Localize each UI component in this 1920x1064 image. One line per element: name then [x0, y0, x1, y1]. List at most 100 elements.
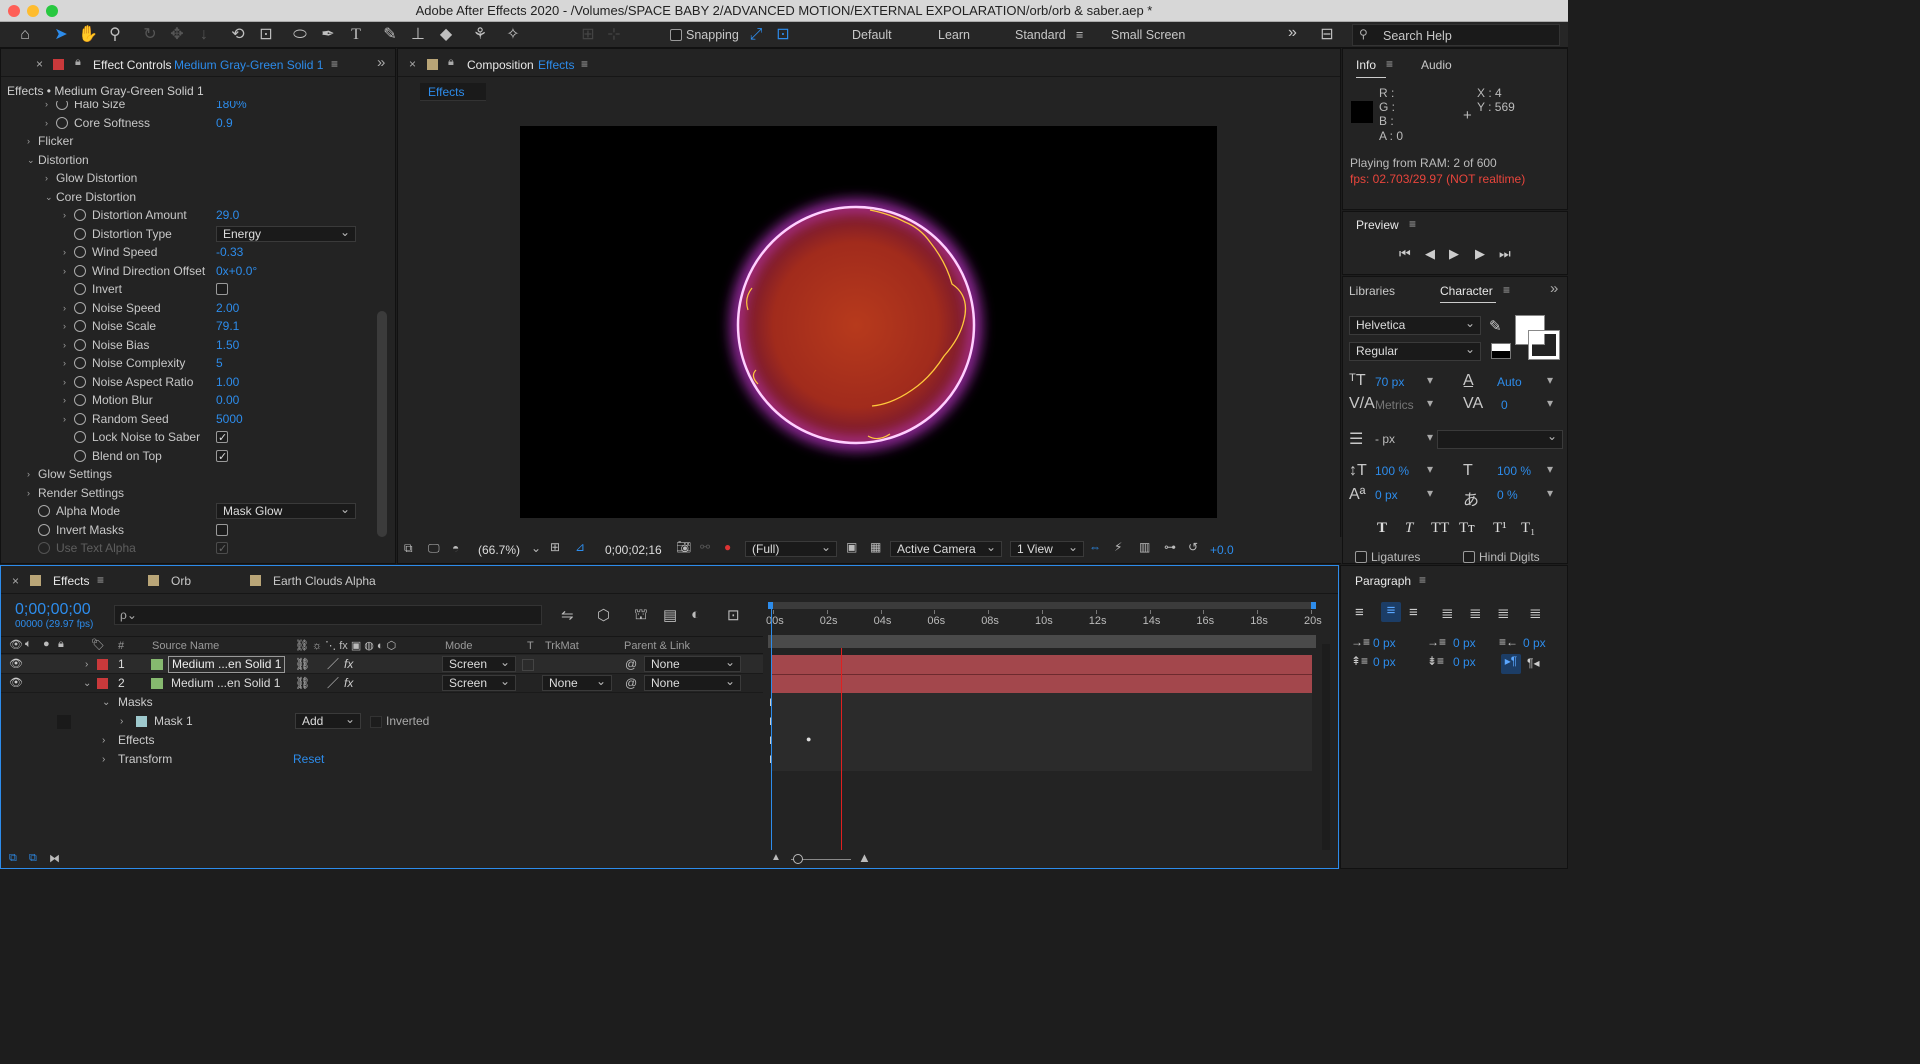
- minimize-window-button[interactable]: [27, 5, 39, 17]
- effect-property-checkbox[interactable]: [216, 540, 228, 558]
- chevron-down-icon[interactable]: ▾: [1547, 373, 1553, 387]
- twirl-closed-icon[interactable]: ›: [27, 132, 37, 150]
- effect-property-row[interactable]: › Noise Complexity 5: [1, 354, 375, 372]
- twirl-closed-icon[interactable]: ›: [120, 712, 123, 731]
- stopwatch-icon[interactable]: [74, 246, 86, 258]
- selection-tool-icon[interactable]: ➤: [51, 25, 71, 45]
- current-time-timecode[interactable]: 0;00;00;00: [15, 601, 91, 619]
- effect-property-checkbox[interactable]: [216, 429, 228, 447]
- comp-mini-flowchart-icon[interactable]: ⇋: [561, 606, 574, 624]
- eye-icon[interactable]: 👁︎: [9, 655, 23, 674]
- rotation-tool-icon[interactable]: ⟲: [228, 25, 248, 45]
- frame-blending-icon[interactable]: ▤: [663, 606, 677, 624]
- camera-view-dropdown[interactable]: Active Camera: [890, 540, 1002, 557]
- layer-row-1[interactable]: 👁︎ › 1 Medium ...en Solid 1 ⛓ ／ fx Scree…: [1, 655, 763, 674]
- tab-libraries[interactable]: Libraries: [1349, 284, 1395, 298]
- panel-menu-icon[interactable]: ≡: [581, 57, 588, 71]
- stopwatch-icon[interactable]: [74, 431, 86, 443]
- ligatures-checkbox[interactable]: [1355, 551, 1367, 563]
- stopwatch-icon[interactable]: [74, 375, 86, 388]
- twirl-open-icon[interactable]: ⌄: [45, 188, 55, 206]
- effect-property-row[interactable]: › Noise Bias 1.50: [1, 336, 375, 354]
- effect-property-row[interactable]: Lock Noise to Saber: [1, 428, 375, 447]
- close-panel-icon[interactable]: ×: [12, 574, 19, 588]
- stroke-color-swatch[interactable]: [1528, 330, 1560, 360]
- composition-viewer[interactable]: [520, 126, 1217, 518]
- zoom-window-button[interactable]: [46, 5, 58, 17]
- panel-menu-icon[interactable]: ≡: [1419, 573, 1426, 587]
- close-panel-icon[interactable]: ×: [409, 57, 416, 71]
- exposure-value[interactable]: +0.0: [1210, 543, 1234, 557]
- effect-property-value[interactable]: 180%: [216, 101, 247, 113]
- mask-lock-slot[interactable]: [57, 715, 71, 729]
- layer-label-swatch[interactable]: [97, 659, 108, 670]
- stopwatch-icon[interactable]: [74, 357, 86, 369]
- twirl-closed-icon[interactable]: ›: [63, 410, 73, 428]
- preserve-transparency-checkbox[interactable]: [522, 659, 534, 671]
- chevron-down-icon[interactable]: ▾: [1547, 462, 1553, 476]
- shy-switch-icon[interactable]: ⛓: [295, 655, 310, 674]
- solo-icon[interactable]: ●: [43, 638, 50, 650]
- justify-right-icon[interactable]: ≣: [1497, 604, 1510, 622]
- effect-property-value[interactable]: -0.33: [216, 243, 243, 261]
- twirl-closed-icon[interactable]: ›: [45, 169, 55, 187]
- type-tool-icon[interactable]: T: [346, 25, 366, 45]
- effect-property-value[interactable]: 0x+0.0°: [216, 262, 257, 280]
- chevron-down-icon[interactable]: ▾: [1547, 486, 1553, 500]
- effect-property-row[interactable]: › Random Seed 5000: [1, 410, 375, 428]
- effect-property-value[interactable]: 5: [216, 354, 223, 372]
- effect-property-row[interactable]: › Noise Aspect Ratio 1.00: [1, 373, 375, 391]
- transparency-toggle-icon[interactable]: ⊿: [575, 540, 585, 554]
- hand-tool-icon[interactable]: ✋: [78, 25, 98, 45]
- twirl-closed-icon[interactable]: ›: [102, 731, 105, 750]
- mask-1-row[interactable]: › Mask 1 Add Inverted: [1, 712, 763, 731]
- close-window-button[interactable]: [8, 5, 20, 17]
- twirl-closed-icon[interactable]: ›: [63, 336, 73, 354]
- kerning-value[interactable]: Metrics: [1375, 398, 1414, 412]
- horizontal-scale-value[interactable]: 100 %: [1497, 464, 1531, 478]
- effect-property-dropdown[interactable]: Energy: [216, 225, 356, 242]
- indent-left-value[interactable]: 0 px: [1373, 636, 1396, 650]
- pan-camera-icon[interactable]: ✥: [167, 25, 187, 45]
- effect-property-row[interactable]: Alpha Mode Mask Glow: [1, 502, 375, 520]
- hindi-digits-checkbox[interactable]: [1463, 551, 1475, 563]
- layer-row-2[interactable]: 👁︎ ⌄ 2 Medium ...en Solid 1 ⛓ ／ fx Scree…: [1, 674, 763, 693]
- timeline-tab-effects[interactable]: Effects: [53, 574, 89, 588]
- chevron-down-icon[interactable]: ▾: [1427, 486, 1433, 500]
- effect-property-value[interactable]: 1.50: [216, 336, 239, 354]
- ltr-direction-icon[interactable]: ▸¶: [1501, 654, 1521, 674]
- magnification-dropdown[interactable]: (66.7%): [478, 543, 520, 557]
- draft-3d-icon[interactable]: ⬡: [597, 606, 610, 624]
- effect-controls-layer-name[interactable]: Medium Gray-Green Solid 1: [174, 58, 323, 72]
- snap-grid-icon[interactable]: ⊡: [773, 25, 793, 45]
- chevron-down-icon[interactable]: ▾: [1427, 373, 1433, 387]
- effect-property-row[interactable]: › Noise Speed 2.00: [1, 299, 375, 317]
- stopwatch-icon[interactable]: [74, 264, 86, 277]
- superscript-icon[interactable]: T¹: [1493, 520, 1507, 537]
- effects-group-row[interactable]: › Effects: [1, 731, 763, 750]
- twirl-closed-icon[interactable]: ›: [63, 354, 73, 372]
- effect-property-row[interactable]: Distortion Type Energy: [1, 225, 375, 243]
- layer-bar-2[interactable]: [772, 674, 1312, 693]
- justify-all-icon[interactable]: ≣: [1529, 604, 1542, 622]
- effect-property-row[interactable]: Invert Masks: [1, 521, 375, 539]
- blend-mode-dropdown[interactable]: Screen: [442, 655, 516, 672]
- mask-visibility-icon[interactable]: ◓: [452, 541, 459, 555]
- quality-switch-icon[interactable]: ／: [327, 674, 339, 693]
- eye-icon[interactable]: 👁︎: [9, 638, 23, 651]
- panel-menu-icon[interactable]: ≡: [1409, 217, 1416, 231]
- pen-tool-icon[interactable]: ✒: [318, 25, 338, 45]
- col-source-name[interactable]: Source Name: [152, 640, 219, 652]
- stopwatch-icon[interactable]: [74, 412, 86, 425]
- lock-icon[interactable]: 🔒︎: [75, 56, 81, 69]
- show-snapshot-icon[interactable]: ⚯: [700, 540, 710, 554]
- indent-first-value[interactable]: 0 px: [1453, 636, 1476, 650]
- small-caps-icon[interactable]: Tᴛ: [1459, 520, 1475, 537]
- stopwatch-icon[interactable]: [74, 394, 86, 406]
- workspace-standard[interactable]: Standard: [1015, 28, 1066, 42]
- effect-property-value[interactable]: 5000: [216, 410, 243, 428]
- effect-property-checkbox[interactable]: [216, 523, 228, 536]
- last-frame-icon[interactable]: ⏭: [1499, 246, 1511, 262]
- reset-exposure-icon[interactable]: ↺: [1188, 540, 1198, 554]
- home-icon[interactable]: ⌂: [15, 25, 35, 45]
